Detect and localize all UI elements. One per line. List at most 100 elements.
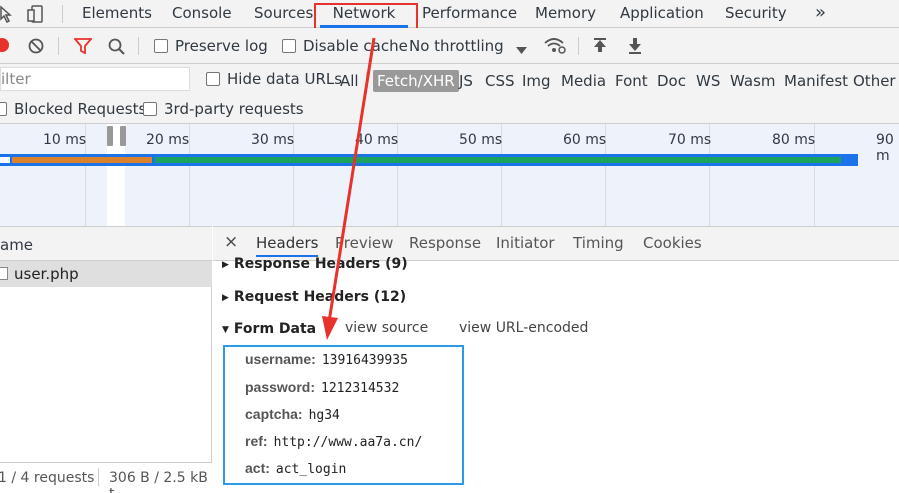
disable-cache-checkbox[interactable]: Disable cache — [282, 37, 408, 55]
form-data-section[interactable]: ▼ Form Data — [222, 321, 316, 337]
tab-memory[interactable]: Memory — [535, 0, 596, 28]
device-toolbar-icon[interactable] — [26, 4, 46, 28]
form-field-key: password: — [245, 379, 316, 395]
hide-data-urls-checkbox[interactable]: Hide data URLs — [206, 70, 342, 88]
waterfall-bar-orange — [12, 157, 152, 163]
export-har-icon[interactable] — [628, 38, 642, 58]
filter-type-wasm[interactable]: Wasm — [730, 70, 776, 92]
form-field-key: ref: — [245, 433, 268, 449]
tab-application[interactable]: Application — [620, 0, 704, 28]
divider — [138, 37, 139, 55]
form-field-value: 13916439935 — [321, 353, 408, 368]
preserve-log-label: Preserve log — [175, 37, 268, 55]
hide-data-urls-label: Hide data URLs — [227, 70, 343, 88]
more-tabs-button[interactable]: » — [815, 0, 826, 28]
filter-type-js[interactable]: JS — [459, 70, 473, 92]
form-field-key: username: — [245, 351, 316, 367]
filter-bar: ilter Hide data URLs All Fetch/XHR JS CS… — [0, 64, 899, 95]
overview-timeline[interactable] — [0, 124, 899, 226]
third-party-requests-label: 3rd-party requests — [164, 100, 304, 118]
filter-type-img[interactable]: Img — [522, 70, 551, 92]
filter-type-media[interactable]: Media — [561, 70, 606, 92]
throttling-select[interactable]: No throttling — [409, 37, 504, 55]
collapse-triangle-icon: ▼ — [222, 325, 229, 335]
request-headers-section[interactable]: ▶ Request Headers (12) — [222, 289, 406, 305]
record-icon[interactable] — [0, 38, 9, 52]
form-field-row: password: 1212314532 — [245, 379, 399, 396]
request-name: user.php — [14, 265, 79, 283]
expand-triangle-icon: ▶ — [222, 293, 229, 303]
filter-type-css[interactable]: CSS — [485, 70, 515, 92]
search-icon[interactable] — [108, 38, 126, 60]
form-field-row: act: act_login — [245, 460, 346, 477]
preserve-log-checkbox[interactable]: Preserve log — [154, 37, 268, 55]
divider — [366, 72, 367, 90]
devtools-tabbar: Elements Console Sources Network Perform… — [0, 0, 899, 28]
chevron-down-icon[interactable] — [516, 41, 527, 59]
tick-label: 50 ms — [459, 132, 503, 148]
tick-label: 10 ms — [43, 132, 87, 148]
import-har-icon[interactable] — [593, 38, 607, 58]
file-icon — [0, 267, 8, 280]
divider — [578, 37, 579, 55]
form-field-value: hg34 — [308, 408, 340, 423]
form-field-row: captcha: hg34 — [245, 406, 340, 423]
request-headers-title: Request Headers (12) — [233, 289, 407, 305]
filter-type-font[interactable]: Font — [615, 70, 648, 92]
tick-label: 70 ms — [668, 132, 712, 148]
filter-type-manifest[interactable]: Manifest — [784, 70, 848, 92]
divider — [62, 5, 63, 23]
third-party-requests-checkbox[interactable]: 3rd-party requests — [143, 100, 304, 118]
filter-options-bar: Blocked Requests 3rd-party requests — [0, 95, 899, 124]
form-field-row: ref: http://www.aa7a.cn/ — [245, 433, 422, 450]
tick-label: 30 ms — [251, 132, 295, 148]
tick-label: 40 ms — [355, 132, 399, 148]
tick-label: 90 m — [876, 132, 894, 164]
status-bar: 1 / 4 requests 306 B / 2.5 kB t — [0, 462, 212, 493]
tab-security[interactable]: Security — [725, 0, 787, 28]
waterfall-bar-green — [155, 157, 841, 163]
overview-handle-right[interactable] — [120, 126, 126, 146]
tab-sources[interactable]: Sources — [254, 0, 313, 28]
form-field-key: captcha: — [245, 406, 303, 422]
tab-elements[interactable]: Elements — [82, 0, 152, 28]
blocked-requests-checkbox[interactable]: Blocked Requests — [0, 100, 146, 118]
blocked-requests-label: Blocked Requests — [14, 100, 147, 118]
filter-type-all[interactable]: All — [340, 70, 359, 92]
filter-input[interactable]: ilter — [0, 67, 190, 91]
tick-label: 60 ms — [563, 132, 607, 148]
name-column-header: ame — [0, 236, 34, 254]
filter-type-doc[interactable]: Doc — [657, 70, 686, 92]
network-toolbar: Preserve log Disable cache No throttling — [0, 28, 899, 64]
transfer-size: 306 B / 2.5 kB t — [109, 470, 208, 493]
view-source-link[interactable]: view source — [345, 320, 428, 336]
waterfall-bar-white — [0, 157, 10, 163]
divider — [98, 468, 99, 486]
form-field-value: 1212314532 — [321, 381, 400, 396]
form-field-row: username: 13916439935 — [245, 351, 408, 368]
filter-type-other[interactable]: Other — [853, 70, 896, 92]
form-field-value: http://www.aa7a.cn/ — [273, 435, 423, 450]
filter-icon[interactable] — [73, 38, 93, 58]
filter-type-ws[interactable]: WS — [696, 70, 720, 92]
network-conditions-icon[interactable] — [544, 37, 566, 59]
tab-performance[interactable]: Performance — [422, 0, 517, 28]
request-list-header[interactable]: ame — [0, 226, 212, 261]
form-data-title: Form Data — [233, 321, 317, 337]
filter-placeholder: ilter — [1, 70, 31, 88]
inspect-element-icon[interactable] — [0, 5, 15, 27]
overview-handle-left[interactable] — [107, 126, 113, 146]
disable-cache-label: Disable cache — [303, 37, 408, 55]
filter-type-fetch-xhr[interactable]: Fetch/XHR — [373, 70, 459, 92]
form-field-value: act_login — [275, 462, 347, 477]
clear-icon[interactable] — [28, 38, 44, 58]
expand-triangle-icon: ▶ — [222, 260, 229, 270]
view-url-encoded-link[interactable]: view URL-encoded — [459, 320, 588, 336]
tab-console[interactable]: Console — [172, 0, 232, 28]
tick-label: 80 ms — [772, 132, 816, 148]
tick-label: 20 ms — [146, 132, 190, 148]
list-item[interactable]: user.php — [0, 261, 212, 287]
request-count: 1 / 4 requests — [0, 470, 95, 486]
divider — [58, 37, 59, 55]
form-field-key: act: — [245, 460, 270, 476]
